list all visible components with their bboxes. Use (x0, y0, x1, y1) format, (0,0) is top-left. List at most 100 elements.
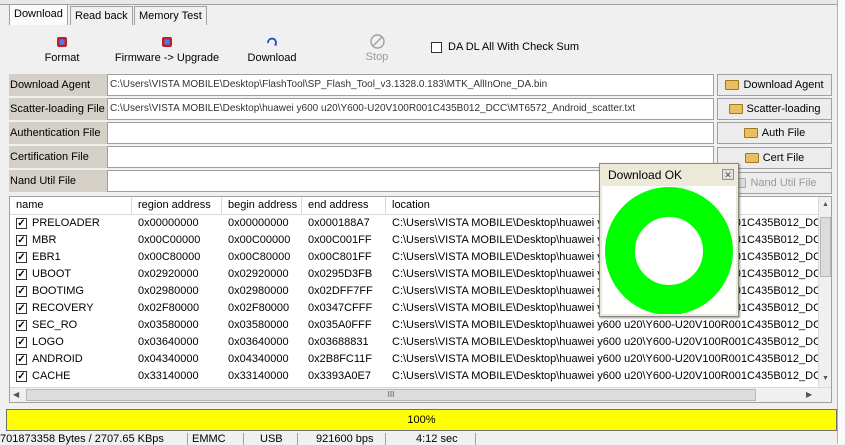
cell-name: MBR (32, 234, 57, 246)
folder-open-icon (744, 153, 759, 163)
cell-end-address: 0x3393A0E7 (308, 370, 371, 382)
auth-file-button-label: Auth File (761, 127, 806, 139)
cell-region-address: 0x00000000 (138, 217, 199, 229)
download-agent-button-label: Download Agent (743, 79, 824, 91)
cell-begin-address: 0x02920000 (228, 268, 289, 280)
cell-begin-address: 0x03640000 (228, 336, 289, 348)
cell-location: C:\Users\VISTA MOBILE\Desktop\huawei y60… (392, 336, 820, 348)
scatter-loading-button[interactable]: Scatter-loading (717, 98, 832, 120)
folder-open-icon (725, 80, 740, 90)
table-row[interactable]: ✓ CACHE 0x33140000 0x33140000 0x3393A0E7 C:\U… (10, 368, 820, 385)
format-icon (57, 37, 67, 47)
horizontal-scrollbar[interactable]: ◀ III ▶ (10, 387, 831, 402)
firmware-upgrade-icon (162, 37, 172, 47)
cell-name: PRELOADER (32, 217, 100, 229)
cell-begin-address: 0x02F80000 (228, 302, 290, 314)
folder-open-icon (728, 104, 743, 114)
da-dl-checksum-checkbox[interactable] (431, 42, 442, 53)
cell-end-address: 0x00C001FF (308, 234, 372, 246)
stop-label: Stop (365, 51, 389, 63)
column-header-region[interactable]: region address (132, 197, 222, 214)
cell-name: UBOOT (32, 268, 72, 280)
download-agent-field[interactable]: C:\Users\VISTA MOBILE\Desktop\FlashTool\… (107, 74, 714, 96)
status-bytes: 701873358 Bytes / 2707.65 KBps (0, 433, 188, 445)
cell-end-address: 0x2B8FC11F (308, 353, 372, 365)
table-row[interactable]: ✓ SEC_RO 0x03580000 0x03580000 0x035A0FFF C:\… (10, 317, 820, 334)
cell-end-address: 0x0347CFFF (308, 302, 373, 314)
cell-name: SEC_RO (32, 319, 78, 331)
download-agent-label: Download Agent (9, 74, 107, 96)
download-refresh-icon (267, 37, 277, 46)
cell-region-address: 0x04340000 (138, 353, 199, 365)
stop-button[interactable]: Stop (360, 34, 394, 63)
cell-end-address: 0x0295D3FB (308, 268, 373, 280)
cell-begin-address: 0x00C80000 (228, 251, 291, 263)
status-storage: EMMC (188, 433, 244, 445)
authentication-field[interactable] (107, 122, 714, 144)
table-row[interactable]: ✓ LOGO 0x03640000 0x03640000 0x03688831 C:\Us… (10, 334, 820, 351)
scatter-field[interactable]: C:\Users\VISTA MOBILE\Desktop\huawei y60… (107, 98, 714, 120)
firmware-upgrade-button[interactable]: Firmware -> Upgrade (113, 36, 221, 64)
download-button[interactable]: Download (244, 36, 300, 64)
cell-begin-address: 0x02980000 (228, 285, 289, 297)
success-ring-icon (605, 187, 733, 315)
cell-region-address: 0x02980000 (138, 285, 199, 297)
tab-memory-test[interactable]: Memory Test (134, 6, 207, 25)
cell-name: RECOVERY (32, 302, 94, 314)
dialog-title: Download OK (608, 168, 683, 182)
cell-end-address: 0x02DFF7FF (308, 285, 373, 297)
cell-begin-address: 0x04340000 (228, 353, 289, 365)
status-baud: 921600 bps (298, 433, 386, 445)
cell-end-address: 0x035A0FFF (308, 319, 372, 331)
hscroll-thumb[interactable]: III (26, 389, 756, 401)
cell-end-address: 0x000188A7 (308, 217, 370, 229)
auth-file-button[interactable]: Auth File (717, 122, 832, 144)
cell-name: EBR1 (32, 251, 61, 263)
scroll-left-icon[interactable]: ◀ (13, 390, 19, 399)
dialog-body (602, 186, 736, 315)
cell-begin-address: 0x00000000 (228, 217, 289, 229)
stop-icon (369, 34, 385, 49)
progress-bar: 100% (6, 409, 837, 431)
cell-location: C:\Users\VISTA MOBILE\Desktop\huawei y60… (392, 370, 820, 382)
status-time: 4:12 sec (386, 433, 476, 445)
firmware-upgrade-label: Firmware -> Upgrade (114, 52, 220, 64)
window-right-edge (837, 0, 845, 444)
tab-download[interactable]: Download (9, 4, 68, 25)
download-ok-dialog: Download OK ✕ (599, 163, 739, 317)
scatter-loading-button-label: Scatter-loading (746, 103, 821, 115)
format-label: Format (44, 52, 80, 64)
cell-region-address: 0x02920000 (138, 268, 199, 280)
cell-name: CACHE (32, 370, 71, 382)
download-agent-button[interactable]: Download Agent (717, 74, 832, 96)
cell-begin-address: 0x03580000 (228, 319, 289, 331)
format-button[interactable]: Format (40, 36, 84, 64)
scroll-right-icon[interactable]: ▶ (806, 390, 812, 399)
scroll-up-icon[interactable]: ▲ (822, 201, 829, 208)
da-dl-checksum-label: DA DL All With Check Sum (448, 41, 580, 53)
scroll-down-icon[interactable]: ▼ (822, 375, 829, 382)
scroll-thumb[interactable] (820, 217, 831, 277)
table-row[interactable]: ✓ ANDROID 0x04340000 0x04340000 0x2B8FC11F C:… (10, 351, 820, 368)
progress-text: 100% (407, 414, 436, 426)
vertical-scrollbar[interactable]: ▲ ▼ (818, 197, 831, 387)
scatter-label: Scatter-loading File (9, 98, 107, 120)
column-header-begin[interactable]: begin address (222, 197, 302, 214)
column-header-name[interactable]: name (10, 197, 132, 214)
nand-util-label: Nand Util File (9, 170, 107, 192)
cell-name: BOOTIMG (32, 285, 84, 297)
tab-read-back[interactable]: Read back (70, 6, 133, 25)
column-header-end[interactable]: end address (302, 197, 386, 214)
cell-region-address: 0x02F80000 (138, 302, 200, 314)
cell-end-address: 0x00C801FF (308, 251, 372, 263)
cell-location: C:\Users\VISTA MOBILE\Desktop\huawei y60… (392, 353, 820, 365)
cell-location: C:\Users\VISTA MOBILE\Desktop\huawei y60… (392, 319, 820, 331)
folder-open-icon (743, 128, 758, 138)
cell-region-address: 0x03580000 (138, 319, 199, 331)
cert-file-button-label: Cert File (762, 152, 805, 164)
close-icon[interactable]: ✕ (722, 169, 734, 180)
cell-region-address: 0x00C80000 (138, 251, 201, 263)
nand-util-button-label: Nand Util File (750, 177, 817, 189)
cell-begin-address: 0x00C00000 (228, 234, 291, 246)
cell-name: LOGO (32, 336, 64, 348)
